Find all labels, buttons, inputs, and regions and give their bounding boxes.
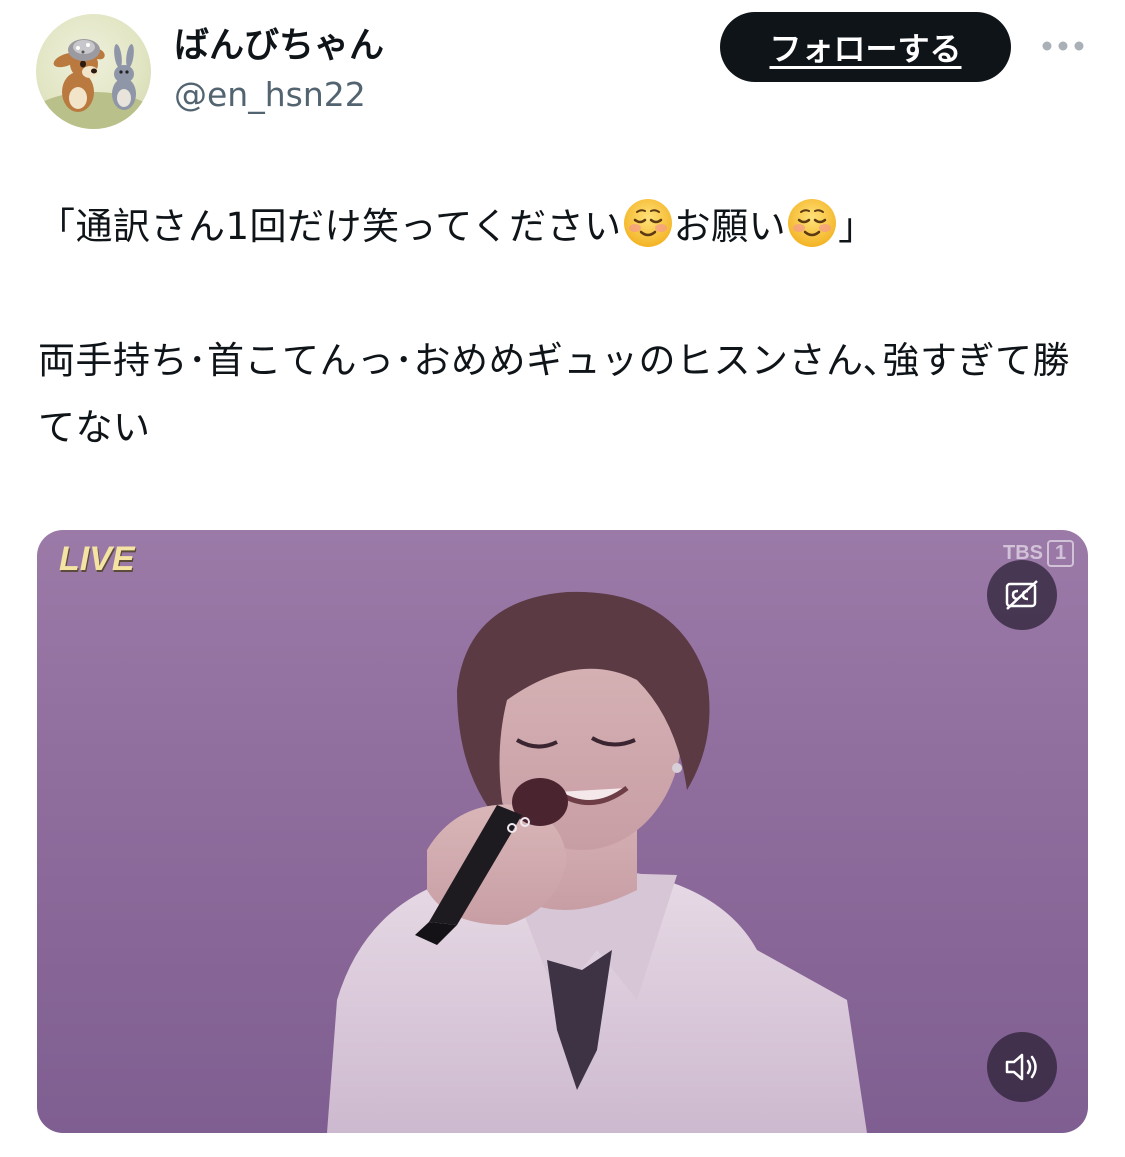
- tweet-text-line2: 両手持ち･首こてんっ･おめめギュッのヒスンさん､強すぎて勝てない: [38, 339, 1070, 449]
- volume-button[interactable]: [987, 1032, 1057, 1102]
- video-player[interactable]: LIVE TBS 1: [37, 530, 1088, 1133]
- tweet-text-line1-middle: お願い: [673, 205, 787, 248]
- tweet-text-line1-end: 」: [838, 205, 876, 248]
- display-name[interactable]: ばんびちゃん: [174, 24, 384, 68]
- avatar-image: [36, 39, 151, 129]
- speaker-icon: [1005, 1053, 1037, 1081]
- more-horizontal-icon: [1042, 41, 1084, 51]
- smiling-face-emoji: [623, 199, 672, 247]
- captions-button[interactable]: [987, 560, 1057, 630]
- broadcaster-channel: 1: [1047, 540, 1075, 567]
- avatar[interactable]: [36, 14, 151, 129]
- captions-off-icon: [1005, 580, 1038, 610]
- video-frame: [327, 591, 867, 1133]
- follow-button[interactable]: フォローする: [720, 12, 1011, 82]
- smiling-face-emoji: [788, 199, 837, 247]
- more-options-button[interactable]: [1040, 30, 1086, 62]
- user-handle[interactable]: @en_hsn22: [174, 74, 366, 116]
- follow-button-label: フォローする: [769, 30, 962, 68]
- live-label: LIVE: [59, 540, 135, 578]
- tweet-text: 「通訳さん1回だけ笑ってください お願い 」 両手持ち･首こてんっ･おめめギュッのヒ…: [38, 193, 1088, 461]
- tweet-text-line1-start: 「通訳さん1回だけ笑ってください: [38, 205, 622, 248]
